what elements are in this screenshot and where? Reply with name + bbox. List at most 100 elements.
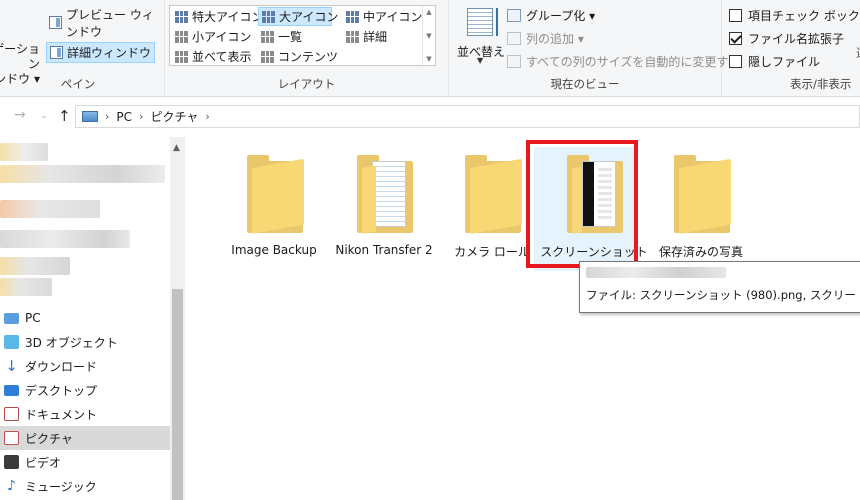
hidden-items-option[interactable]: 隠しファイル [729, 51, 820, 71]
details-pane-button[interactable]: 詳細ウィンドウ [46, 42, 156, 63]
nav-item-label: ダウンロード [25, 359, 98, 374]
folder-front [679, 158, 731, 234]
folder-saved-pictures[interactable]: 保存済みの写真 [647, 155, 755, 267]
layout-medium-icons[interactable]: 中アイコン [343, 7, 425, 26]
nav-item-label: ビデオ [25, 455, 62, 470]
details-pane-label: 詳細ウィンドウ [67, 46, 152, 60]
size-columns-label: すべての列のサイズを自動的に変更する [526, 54, 741, 69]
nav-item-pictures[interactable]: ピクチャ [0, 426, 170, 450]
address-bar[interactable]: › PC › ピクチャ › [75, 105, 860, 128]
layout-extra-large-icons[interactable]: 特大アイコン [172, 7, 266, 26]
group-by-button[interactable]: グループ化 ▾ [507, 5, 595, 25]
add-column-button[interactable]: 列の追加 ▾ [507, 28, 584, 48]
item-checkboxes-option[interactable]: 項目チェック ボックス [729, 5, 860, 25]
ribbon: ゲーション ンドウ ▾ プレビュー ウィンドウ 詳細ウィンドウ ペイン 特大アイ… [0, 0, 860, 97]
forward-arrow-icon[interactable]: → [14, 107, 26, 123]
layout-details[interactable]: 詳細 [343, 27, 390, 46]
blurred-item [0, 230, 130, 248]
item-checkboxes-label: 項目チェック ボックス [748, 8, 860, 23]
blurred-item [0, 165, 165, 183]
layout-group-label: レイアウト [277, 77, 336, 91]
hidden-items-label: 隠しファイル [748, 54, 821, 69]
sort-by-icon[interactable] [467, 8, 493, 36]
nav-item-downloads[interactable]: ↓ ダウンロード [0, 354, 170, 378]
breadcrumb-chevron-icon[interactable]: › [139, 110, 143, 123]
nav-item-label: PC [25, 311, 41, 325]
blurred-item [0, 143, 48, 161]
file-extensions-label: ファイル名拡張子 [748, 31, 845, 46]
folder-nikon-transfer-2[interactable]: Nikon Transfer 2 [330, 155, 438, 267]
size-columns-button[interactable]: すべての列のサイズを自動的に変更する [507, 51, 740, 71]
documents-icon [4, 407, 19, 421]
navigation-pane: PC 3D オブジェクト ↓ ダウンロード デスクトップ ドキュメント ピクチャ… [0, 137, 185, 500]
layout-small-icons[interactable]: 小アイコン [172, 27, 254, 46]
breadcrumb-pictures[interactable]: ピクチャ [150, 108, 198, 125]
current-view-group: 並べ替え ▼ グループ化 ▾ 列の追加 ▾ すべての列のサイズを自動的に変更する… [449, 0, 740, 97]
layout-medium-label: 中アイコン [363, 10, 423, 24]
music-icon: ♪ [7, 478, 16, 494]
nav-item-music[interactable]: ♪ ミュージック [0, 474, 170, 498]
folder-front [252, 158, 304, 234]
item-checkboxes-checkbox[interactable] [729, 8, 742, 22]
folder-image-backup[interactable]: Image Backup [220, 155, 328, 267]
extra-large-icons-icon [175, 10, 188, 23]
nav-scrollbar[interactable]: ▲ [170, 137, 185, 500]
hide-selected-cutoff[interactable]: 選 [856, 44, 860, 61]
layout-large-label: 大アイコン [279, 10, 339, 24]
layout-list[interactable]: 一覧 [258, 27, 305, 46]
gallery-expand-icon[interactable]: ▼ [426, 55, 431, 63]
add-column-label: 列の追加 ▾ [526, 31, 584, 46]
gallery-up-icon[interactable]: ▲ [426, 8, 431, 16]
nav-item-label: デスクトップ [25, 383, 98, 398]
layout-list-label: 一覧 [278, 30, 303, 44]
blurred-item [0, 257, 70, 275]
list-view-icon [261, 30, 274, 43]
annotation-red-highlight-box [526, 140, 638, 268]
layout-large-icons[interactable]: 大アイコン [258, 7, 338, 26]
layout-tiles-label: 並べて表示 [192, 50, 252, 64]
layout-gallery-scrollbar[interactable]: ▲ ▼ ▼ [422, 6, 435, 65]
nav-item-3d-objects[interactable]: 3D オブジェクト [0, 330, 170, 354]
nav-item-videos[interactable]: ビデオ [0, 450, 170, 474]
recent-locations-chevron-icon[interactable]: ⌄ [40, 111, 48, 121]
sort-arrow-icon [496, 8, 498, 36]
layout-small-label: 小アイコン [192, 30, 252, 44]
layout-group: 特大アイコン 大アイコン 中アイコン 小アイコン 一覧 詳細 並べて表示 コンテ… [165, 0, 449, 97]
layout-details-label: 詳細 [363, 30, 388, 44]
sort-by-chevron-icon: ▼ [477, 56, 484, 65]
scroll-up-icon[interactable]: ▲ [173, 143, 180, 153]
folder-tooltip: ファイル: スクリーンショット (980).png, スクリーンショット (98… [579, 261, 860, 313]
desktop-icon [4, 384, 19, 396]
nav-item-desktop[interactable]: デスクトップ [0, 378, 170, 402]
breadcrumb-chevron-icon[interactable]: › [105, 110, 109, 123]
pane-group-label: ペイン [60, 77, 96, 91]
breadcrumb-chevron-icon[interactable]: › [205, 110, 209, 123]
preview-pane-button[interactable]: プレビュー ウィンドウ [46, 8, 164, 39]
folder-preview-document [372, 161, 406, 227]
layout-content-label: コンテンツ [278, 50, 339, 64]
pane-group: ゲーション ンドウ ▾ プレビュー ウィンドウ 詳細ウィンドウ ペイン [0, 0, 165, 97]
folder-label: Image Backup [231, 243, 317, 257]
gallery-down-icon[interactable]: ▼ [426, 32, 431, 40]
nav-item-documents[interactable]: ドキュメント [0, 402, 170, 426]
tiles-view-icon [175, 50, 188, 63]
hidden-items-checkbox[interactable] [729, 54, 742, 68]
up-arrow-icon[interactable]: ↑ [58, 107, 71, 125]
file-extensions-option[interactable]: ファイル名拡張子 [729, 28, 844, 48]
tooltip-blurred-date [586, 267, 726, 278]
nav-item-label: ドキュメント [25, 407, 98, 422]
current-view-group-label: 現在のビュー [550, 77, 620, 91]
large-icons-icon [262, 10, 275, 23]
nav-item-pc[interactable]: PC [0, 306, 170, 330]
pictures-icon [4, 431, 19, 445]
breadcrumb-pc[interactable]: PC [116, 110, 132, 124]
content-view-icon [261, 50, 274, 63]
nav-scroll-thumb[interactable] [172, 289, 183, 500]
layout-content[interactable]: コンテンツ [258, 47, 341, 66]
video-icon [4, 455, 19, 469]
group-by-icon [507, 8, 521, 22]
file-extensions-checkbox[interactable] [729, 31, 742, 45]
show-hide-group-label: 表示/非表示 [790, 77, 852, 91]
layout-tiles[interactable]: 並べて表示 [172, 47, 255, 66]
nav-item-label: 3D オブジェクト [25, 335, 118, 350]
